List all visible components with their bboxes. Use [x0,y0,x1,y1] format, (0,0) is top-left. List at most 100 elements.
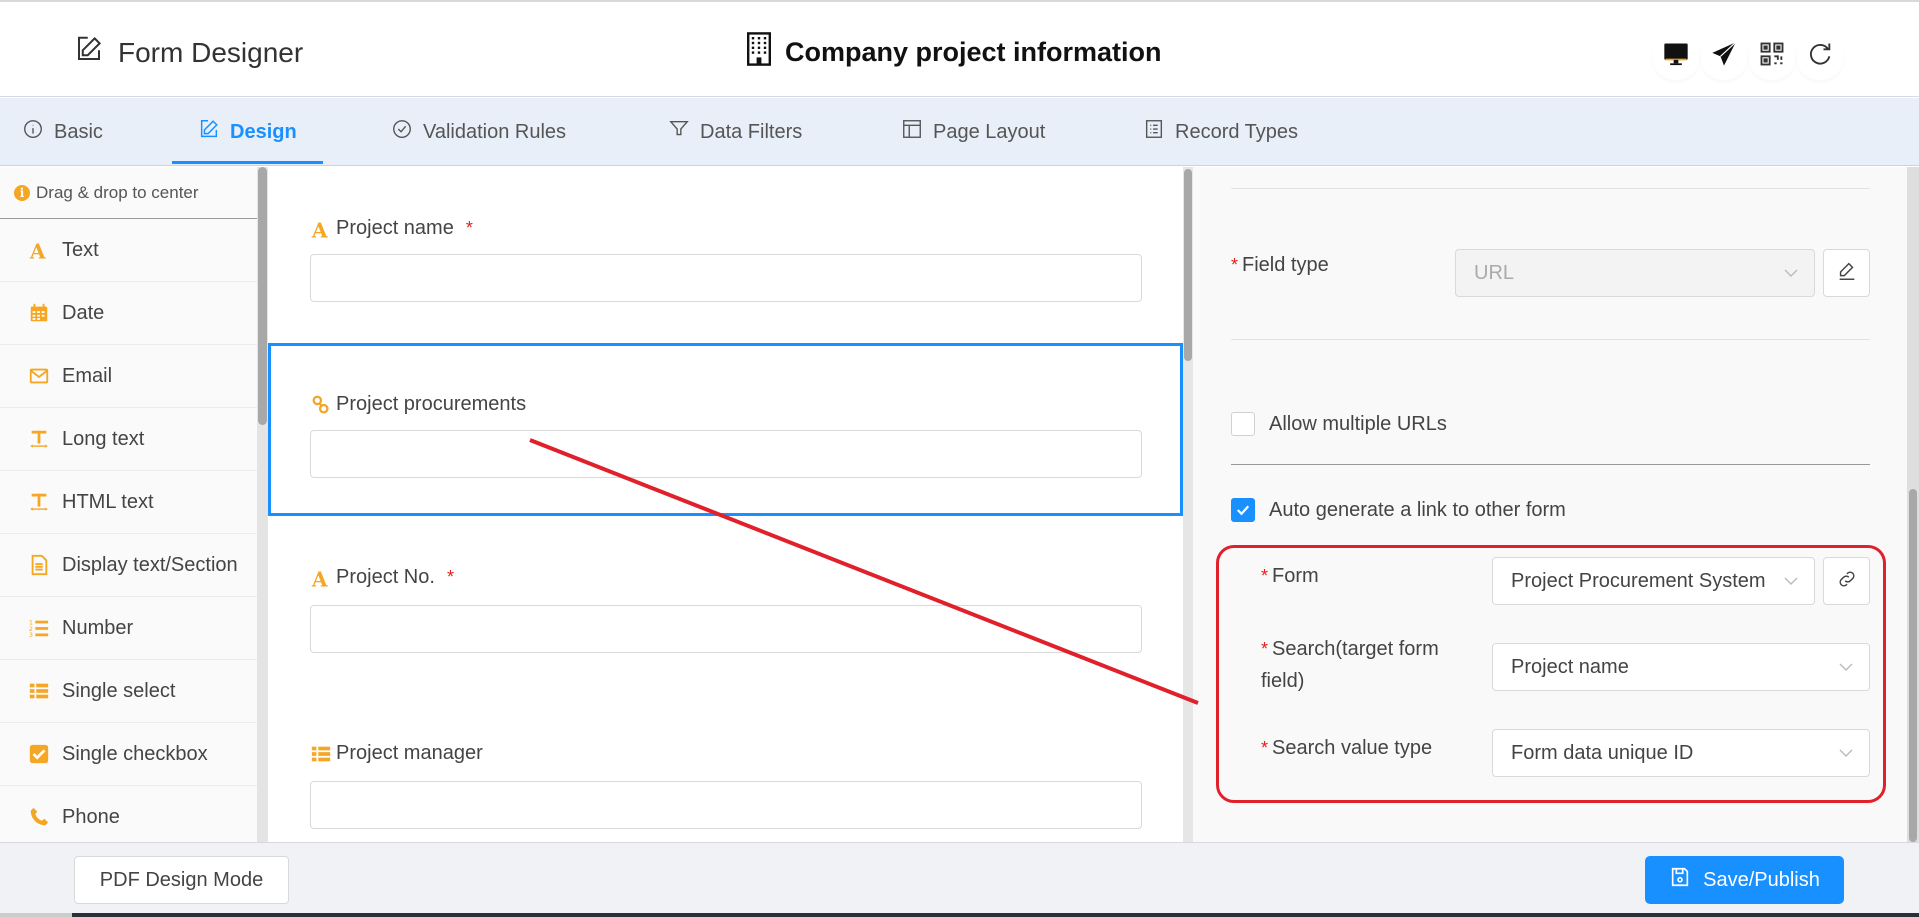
calendar-icon [28,302,50,324]
field-type-label-text: Field type [1242,254,1329,276]
canvas-field-project-procurements[interactable]: Project procurements [268,343,1183,516]
search-field-value: Project name [1511,655,1629,678]
filter-icon [668,118,690,146]
tab-design[interactable]: Design [172,98,323,166]
svg-text:A: A [311,218,328,240]
field-input[interactable] [310,254,1142,302]
field-input[interactable] [310,605,1142,653]
checkbox-label: Allow multiple URLs [1269,412,1447,435]
field-label: A Project No. * [310,566,454,589]
palette-item-label: Phone [62,805,120,828]
divider [1231,188,1870,189]
palette-item-phone[interactable]: Phone [0,786,257,842]
canvas-field-project-manager[interactable]: Project manager [268,692,1183,842]
info-icon: i [14,184,30,201]
header-toolbar [1652,32,1844,80]
properties-scrollbar[interactable] [1907,167,1919,842]
text-a-icon: A [310,567,332,589]
form-select-value: Project Procurement System [1511,569,1766,592]
divider [1231,464,1870,465]
palette-item-email[interactable]: Email [0,345,257,408]
search-value-type-label: * Search value type [1261,732,1432,764]
palette-item-single-select[interactable]: Single select [0,660,257,723]
monitor-icon [1662,40,1690,73]
edit-icon [198,118,220,146]
required-mark: * [1261,738,1269,758]
component-palette: i Drag & drop to center A Text Date Emai… [0,167,257,842]
canvas-field-project-no[interactable]: A Project No. * [268,516,1183,692]
search-field-select[interactable]: Project name [1492,643,1870,691]
qr-code-button[interactable] [1748,32,1796,80]
properties-panel: * Field type URL Allow multiple URLs Auto… [1193,167,1907,842]
field-type-label: * Field type [1231,249,1329,281]
pencil-icon [1836,260,1858,287]
checkbox[interactable] [1231,412,1255,436]
edit-icon [74,34,104,71]
qr-code-icon [1758,40,1786,73]
field-type-select[interactable]: URL [1455,249,1815,297]
allow-multiple-urls-checkbox[interactable]: Allow multiple URLs [1231,412,1447,436]
search-value-type-value: Form data unique ID [1511,741,1694,764]
field-type-value: URL [1474,261,1515,284]
open-linked-form-button[interactable] [1823,557,1870,605]
palette-item-long-text[interactable]: Long text [0,408,257,471]
send-button[interactable] [1700,32,1748,80]
tab-validation-rules[interactable]: Validation Rules [391,98,566,166]
list-icon [310,743,332,765]
required-mark: * [446,567,454,587]
palette-scrollbar[interactable] [257,167,268,842]
refresh-icon [1806,40,1834,73]
tab-data-filters[interactable]: Data Filters [668,98,802,166]
palette-item-display-text[interactable]: Display text/Section [0,534,257,597]
phone-icon [28,806,50,828]
search-field-label-text: Search(target form field) [1261,638,1439,692]
layout-icon [901,118,923,146]
desktop-preview-button[interactable] [1652,32,1700,80]
refresh-button[interactable] [1796,32,1844,80]
envelope-icon [28,365,50,387]
edit-field-type-button[interactable] [1823,249,1870,297]
canvas-scrollbar-thumb[interactable] [1184,169,1192,361]
search-value-type-select[interactable]: Form data unique ID [1492,729,1870,777]
checkbox-checked[interactable] [1231,498,1255,522]
palette-item-single-checkbox[interactable]: Single checkbox [0,723,257,786]
field-input[interactable] [310,781,1142,829]
field-label-text: Project manager [336,742,483,764]
palette-item-label: Single checkbox [62,742,208,765]
required-mark: * [1231,255,1239,275]
auto-generate-link-checkbox[interactable]: Auto generate a link to other form [1231,498,1566,522]
palette-item-label: Text [62,238,99,261]
tab-record-types[interactable]: Record Types [1143,98,1298,166]
form-title-text: Company project information [785,37,1162,67]
palette-item-date[interactable]: Date [0,282,257,345]
properties-scrollbar-thumb[interactable] [1909,489,1917,842]
tab-label: Data Filters [700,120,803,143]
save-publish-button[interactable]: Save/Publish [1645,856,1844,904]
tab-basic[interactable]: Basic [22,98,103,166]
form-select[interactable]: Project Procurement System [1492,557,1815,605]
palette-item-html-text[interactable]: HTML text [0,471,257,534]
tab-bar: Basic Design Validation Rules Data Filte… [0,98,1919,166]
canvas-field-project-name[interactable]: A Project name * [268,167,1183,343]
palette-item-label: Single select [62,679,176,702]
numbered-list-icon: 123 [28,617,50,639]
svg-text:A: A [311,567,328,589]
chevron-down-icon [1784,269,1798,277]
document-icon [28,554,50,576]
field-label-text: Project No. [336,566,435,588]
app-title: Form Designer [74,34,303,71]
palette-item-text[interactable]: A Text [0,219,257,282]
search-field-label: * Search(target form field) [1261,633,1481,697]
palette-scrollbar-thumb[interactable] [258,167,267,425]
palette-item-label: Number [62,616,134,639]
divider [1231,339,1870,340]
palette-hint: i Drag & drop to center [0,167,257,219]
palette-hint-text: Drag & drop to center [36,182,199,202]
pdf-design-mode-button[interactable]: PDF Design Mode [74,856,289,904]
check-icon [1236,505,1250,516]
tab-page-layout[interactable]: Page Layout [901,98,1045,166]
palette-item-number[interactable]: 123 Number [0,597,257,660]
canvas-scrollbar[interactable] [1183,167,1193,842]
link-icon [1836,568,1858,595]
field-input[interactable] [310,430,1142,478]
